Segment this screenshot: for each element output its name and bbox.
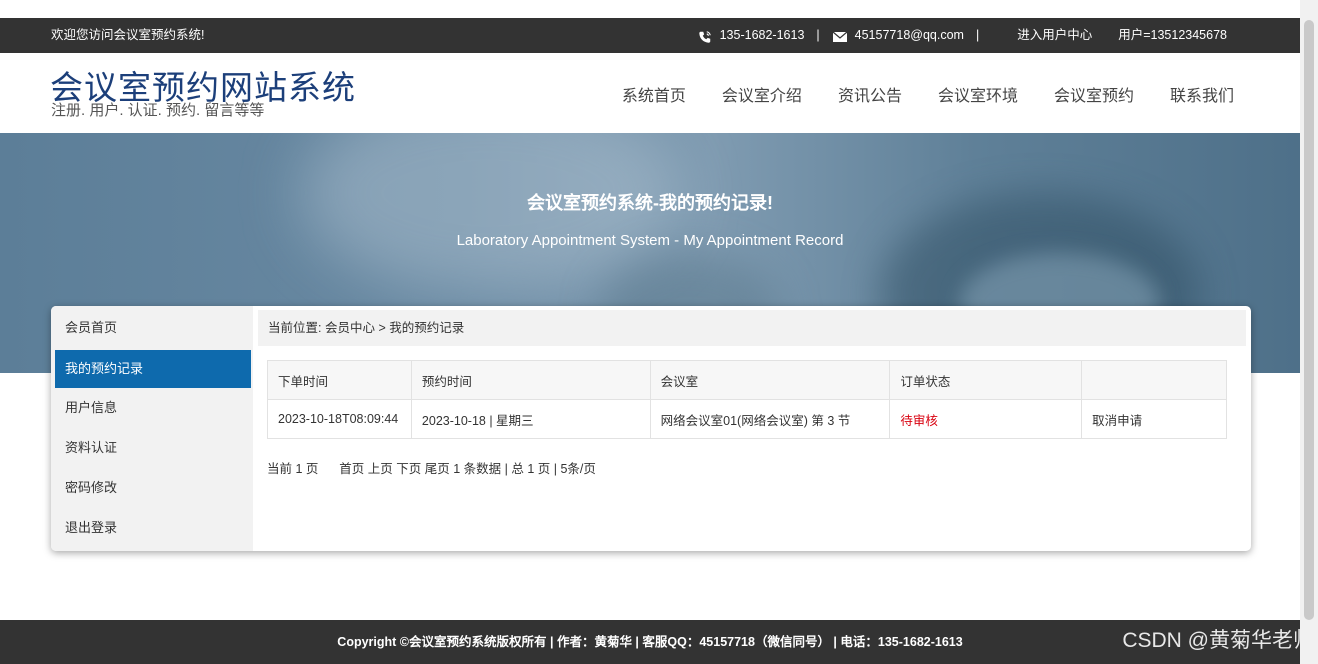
scrollbar-thumb[interactable] <box>1304 20 1314 620</box>
sidebar-item-my-appointments[interactable]: 我的预约记录 <box>55 350 251 388</box>
email-address: 45157718@qq.com <box>854 28 964 42</box>
top-bar: 欢迎您访问会议室预约系统! 135-1682-1613 | 45157718@q… <box>0 18 1300 53</box>
sidebar-item-verification[interactable]: 资料认证 <box>55 429 251 467</box>
member-panel: 会员首页 我的预约记录 用户信息 资料认证 密码修改 退出登录 当前位置: 会员… <box>51 306 1251 551</box>
column-header-order-time: 下单时间 <box>267 360 412 400</box>
cell-room: 网络会议室01(网络会议室) 第 3 节 <box>649 399 891 439</box>
table-header-row: 下单时间 预约时间 会议室 订单状态 <box>267 360 1227 400</box>
nav-item-contact[interactable]: 联系我们 <box>1170 82 1234 106</box>
current-user-link[interactable]: 用户=13512345678 <box>1118 18 1227 53</box>
main-content: 当前位置: 会员中心 > 我的预约记录 下单时间 预约时间 会议室 订单状态 2… <box>256 306 1251 551</box>
breadcrumb-separator: > <box>378 321 386 335</box>
welcome-text: 欢迎您访问会议室预约系统! <box>51 28 205 42</box>
page-scrollbar[interactable] <box>1300 0 1318 664</box>
sidebar-item-change-password[interactable]: 密码修改 <box>55 469 251 507</box>
status-badge: 待审核 <box>889 399 1083 439</box>
pager-next[interactable]: 下页 <box>396 462 421 476</box>
site-subtitle: 注册. 用户. 认证. 预约. 留言等等 <box>51 102 265 119</box>
cell-appointment-time: 2023-10-18 | 星期三 <box>410 399 651 439</box>
breadcrumb: 当前位置: 会员中心 > 我的预约记录 <box>258 310 1246 346</box>
cell-order-time: 2023-10-18T08:09:44 <box>267 399 412 439</box>
member-sidebar: 会员首页 我的预约记录 用户信息 资料认证 密码修改 退出登录 <box>51 306 253 551</box>
site-footer: Copyright ©会议室预约系统版权所有 | 作者：黄菊华 | 客服QQ：4… <box>0 620 1300 664</box>
table-row: 2023-10-18T08:09:44 2023-10-18 | 星期三 网络会… <box>267 399 1227 439</box>
pager-last[interactable]: 尾页 <box>425 462 450 476</box>
pager-current: 当前 1 页 <box>267 462 319 476</box>
cancel-request-link[interactable]: 取消申请 <box>1081 399 1227 439</box>
column-header-action <box>1081 360 1227 400</box>
top-strip <box>0 0 1300 18</box>
pager-prev[interactable]: 上页 <box>368 462 393 476</box>
nav-item-room-booking[interactable]: 会议室预约 <box>1054 82 1134 106</box>
column-header-status: 订单状态 <box>889 360 1083 400</box>
column-header-appointment-time: 预约时间 <box>410 360 651 400</box>
main-nav: 系统首页 会议室介绍 资讯公告 会议室环境 会议室预约 联系我们 <box>586 82 1234 106</box>
sidebar-item-member-home[interactable]: 会员首页 <box>55 309 251 347</box>
appointment-table: 下单时间 预约时间 会议室 订单状态 2023-10-18T08:09:44 2… <box>267 360 1227 439</box>
divider: | <box>816 28 820 42</box>
pager-first[interactable]: 首页 <box>339 462 364 476</box>
breadcrumb-member-center[interactable]: 会员中心 <box>325 321 375 335</box>
user-center-link[interactable]: 进入用户中心 <box>1017 18 1092 53</box>
banner-subtitle: Laboratory Appointment System - My Appoi… <box>456 232 844 249</box>
top-bar-right: 135-1682-1613 | 45157718@qq.com | 进入用户中心… <box>697 18 1227 53</box>
breadcrumb-prefix: 当前位置: <box>268 321 322 335</box>
nav-item-room-intro[interactable]: 会议室介绍 <box>722 82 802 106</box>
pager-summary: 1 条数据 | 总 1 页 | 5条/页 <box>453 462 596 476</box>
nav-item-room-environment[interactable]: 会议室环境 <box>938 82 1018 106</box>
pagination: 当前 1 页 首页 上页 下页 尾页 1 条数据 | 总 1 页 | 5条/页 <box>267 458 596 477</box>
mail-icon <box>832 31 848 42</box>
sidebar-item-logout[interactable]: 退出登录 <box>55 509 251 547</box>
divider: | <box>975 28 980 42</box>
watermark: CSDN @黄菊华老师 <box>1122 629 1314 652</box>
nav-item-news[interactable]: 资讯公告 <box>838 82 902 106</box>
phone-icon <box>698 30 711 43</box>
sidebar-item-user-info[interactable]: 用户信息 <box>55 389 251 427</box>
site-header: 会议室预约网站系统 注册. 用户. 认证. 预约. 留言等等 系统首页 会议室介… <box>0 53 1300 133</box>
column-header-room: 会议室 <box>649 360 891 400</box>
breadcrumb-current: 我的预约记录 <box>389 321 465 335</box>
nav-item-home[interactable]: 系统首页 <box>622 82 686 106</box>
phone-number: 135-1682-1613 <box>719 28 805 42</box>
banner-title: 会议室预约系统-我的预约记录! <box>527 193 773 213</box>
